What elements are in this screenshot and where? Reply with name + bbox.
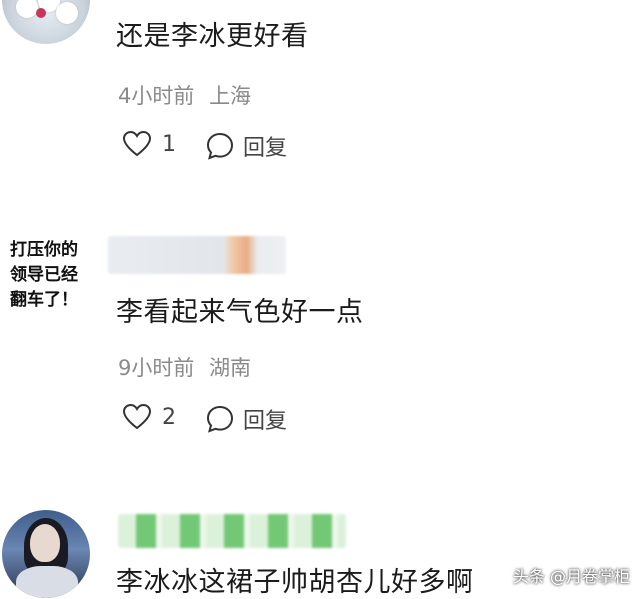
- comment-text: 还是李冰更好看: [116, 21, 309, 52]
- comment-location: 湖南: [209, 356, 252, 380]
- watermark: 头条 @月卷掌柜: [512, 567, 630, 586]
- speech-bubble-icon: [206, 132, 234, 160]
- reply-label: 回复: [243, 409, 288, 434]
- blurred-username[interactable]: [118, 514, 346, 548]
- commenter-avatar[interactable]: 打压你的 领导已经 翻车了！: [0, 226, 88, 336]
- comment-meta: 4小时前 上海: [118, 80, 251, 110]
- reply-button[interactable]: 回复: [205, 130, 287, 162]
- blurred-username[interactable]: [108, 236, 286, 274]
- comment-time: 9小时前: [118, 356, 195, 380]
- comment-text: 李冰冰这裙子帅胡杏儿好多啊: [116, 567, 474, 598]
- commenter-avatar[interactable]: [2, 510, 90, 598]
- speech-bubble-icon: [206, 405, 234, 433]
- like-count: 2: [162, 404, 176, 430]
- avatar-text-line: 领导已经: [10, 265, 78, 285]
- heart-outline-icon: [122, 130, 152, 157]
- flower-petal: [16, 0, 38, 18]
- reply-label: 回复: [243, 136, 288, 161]
- avatar-figure-robe: [16, 566, 78, 598]
- flower-petal: [56, 2, 78, 24]
- like-button[interactable]: 1: [122, 130, 176, 158]
- like-count: 1: [162, 131, 176, 157]
- comment-text: 李看起来气色好一点: [116, 297, 364, 328]
- comment-time: 4小时前: [118, 84, 195, 108]
- avatar-text-line: 打压你的: [10, 240, 78, 260]
- comment-meta: 9小时前 湖南: [118, 352, 251, 382]
- like-button[interactable]: 2: [122, 403, 176, 431]
- reply-button[interactable]: 回复: [205, 403, 287, 435]
- avatar-figure-face: [30, 524, 60, 562]
- commenter-avatar[interactable]: [2, 0, 90, 44]
- avatar-text-line: 翻车了！: [10, 290, 78, 310]
- flower-core: [36, 8, 46, 18]
- comment-location: 上海: [209, 84, 252, 108]
- heart-outline-icon: [122, 403, 152, 430]
